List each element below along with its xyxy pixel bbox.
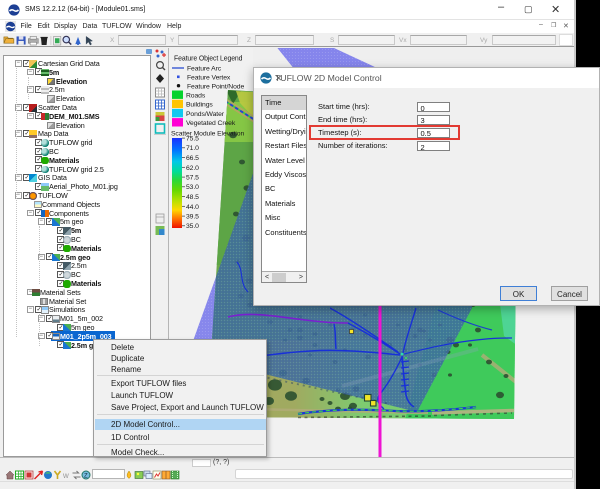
- svg-text:Feature Point/Node: Feature Point/Node: [187, 84, 244, 91]
- svg-text:66.5: 66.5: [186, 155, 199, 162]
- svg-text:48.5: 48.5: [186, 194, 199, 201]
- svg-text:Feature Vertex: Feature Vertex: [187, 75, 231, 82]
- svg-text:62.0: 62.0: [186, 165, 199, 172]
- svg-text:Feature Object Legend: Feature Object Legend: [174, 56, 243, 63]
- svg-text:57.5: 57.5: [186, 175, 199, 182]
- svg-text:w: w: [62, 471, 69, 480]
- svg-text:75.5: 75.5: [186, 136, 199, 143]
- svg-text:44.0: 44.0: [186, 204, 199, 211]
- svg-text:53.0: 53.0: [186, 184, 199, 191]
- svg-text:Vegetated Creek: Vegetated Creek: [186, 120, 236, 127]
- svg-text:71.0: 71.0: [186, 145, 199, 152]
- svg-text:35.0: 35.0: [186, 223, 199, 230]
- svg-text:Ponds/Water: Ponds/Water: [186, 111, 225, 118]
- svg-text:Scatter Module Elevation: Scatter Module Elevation: [171, 131, 244, 138]
- svg-text:Buildings: Buildings: [186, 102, 213, 109]
- svg-text:Z: Z: [84, 474, 88, 480]
- svg-text:39.5: 39.5: [186, 214, 199, 221]
- svg-text:Roads: Roads: [186, 93, 206, 100]
- svg-text:Feature Arc: Feature Arc: [187, 66, 222, 73]
